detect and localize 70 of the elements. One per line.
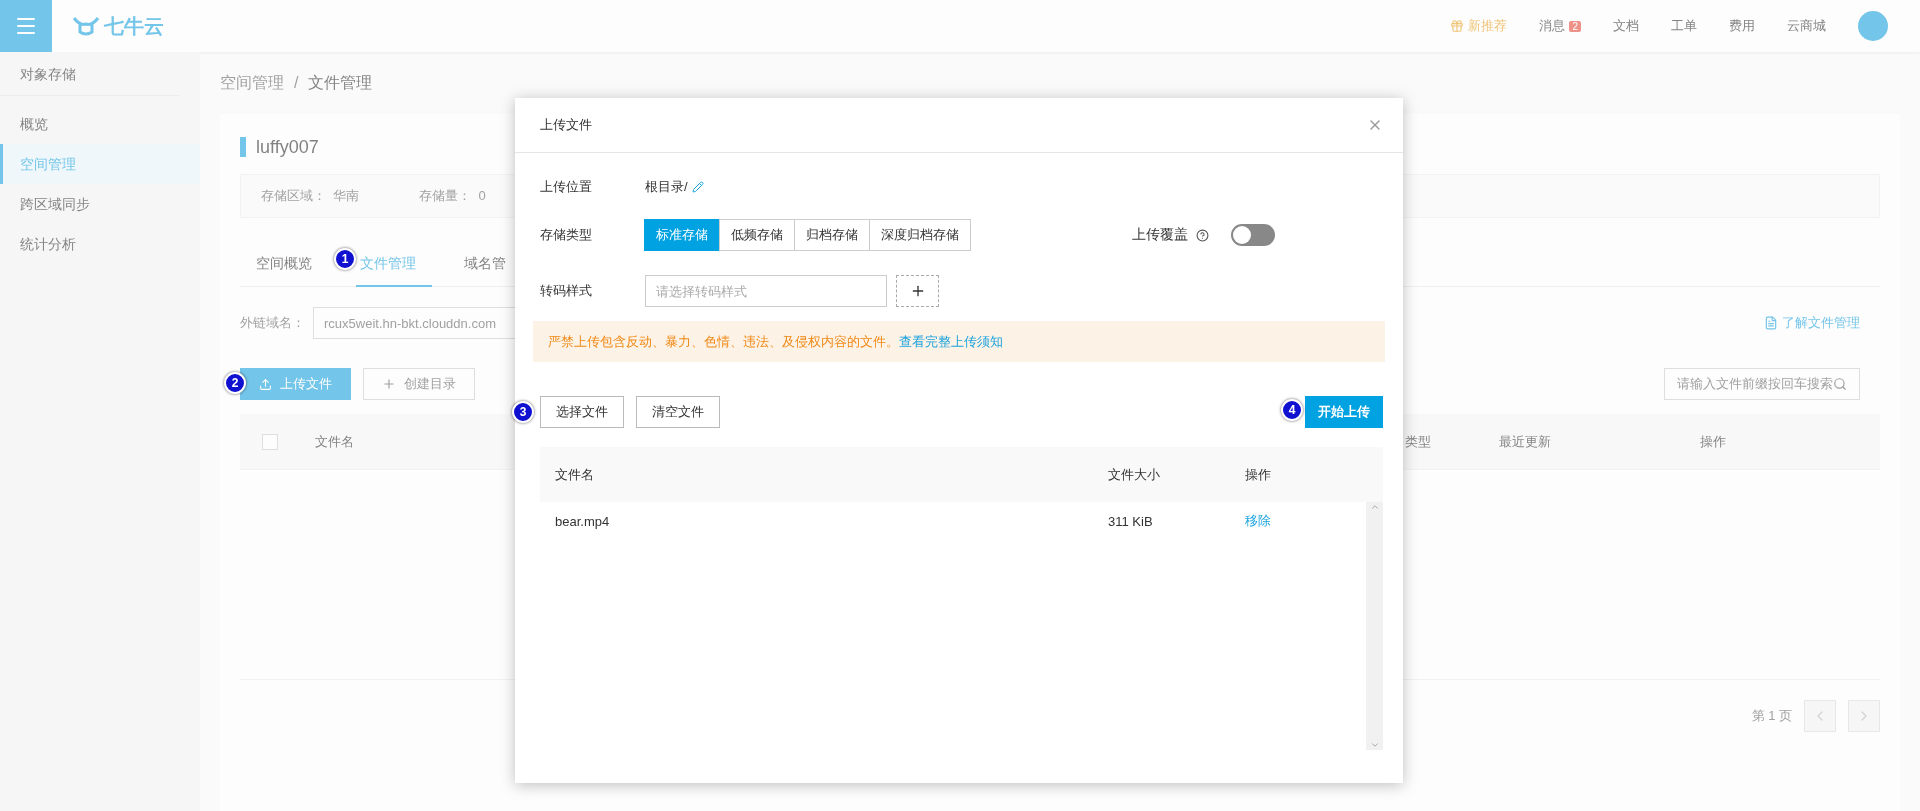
tab[interactable]: 域名管 bbox=[460, 247, 506, 287]
sidebar-item[interactable]: 概览 bbox=[0, 104, 200, 144]
column-header: 操作 bbox=[1245, 466, 1271, 482]
create-folder-button[interactable]: 创建目录 bbox=[363, 368, 475, 400]
tab[interactable]: 空间概览 bbox=[240, 247, 328, 287]
sidebar-title: 对象存储 bbox=[0, 52, 180, 96]
help-icon[interactable] bbox=[1196, 228, 1209, 242]
scroll-up-icon[interactable] bbox=[1369, 502, 1380, 512]
plus-icon bbox=[382, 377, 396, 391]
breadcrumb-item[interactable]: 空间管理 bbox=[220, 72, 284, 94]
upload-icon bbox=[259, 377, 272, 391]
logo[interactable]: 七牛云 bbox=[72, 12, 164, 40]
column-header: 最近更新 bbox=[1499, 433, 1551, 449]
gift-icon bbox=[1450, 19, 1465, 33]
column-header: 类型 bbox=[1405, 433, 1431, 449]
storage-option[interactable]: 深度归档存储 bbox=[869, 219, 971, 251]
storage-option[interactable]: 归档存储 bbox=[794, 219, 870, 251]
storage-option[interactable]: 低频存储 bbox=[719, 219, 795, 251]
toggle-switch[interactable] bbox=[1231, 224, 1275, 246]
breadcrumb-separator: / bbox=[294, 74, 299, 92]
nav-link[interactable]: 消息 2 bbox=[1539, 17, 1581, 35]
upload-button[interactable]: 上传文件 bbox=[240, 368, 351, 400]
sidebar-item[interactable]: 统计分析 bbox=[0, 224, 200, 264]
page-indicator: 第 1 页 bbox=[1751, 707, 1792, 725]
checkbox[interactable] bbox=[262, 433, 278, 450]
start-upload-button[interactable]: 开始上传 bbox=[1305, 396, 1383, 428]
edit-icon[interactable] bbox=[691, 181, 704, 193]
step-marker: 1 bbox=[334, 248, 356, 270]
previous-page-button[interactable] bbox=[1804, 700, 1836, 732]
nav-link[interactable]: 文档 bbox=[1613, 17, 1639, 35]
info-text: 存储区域： 华南 bbox=[261, 187, 360, 205]
remove-link[interactable]: 移除 bbox=[1245, 513, 1271, 528]
storage-option[interactable]: 标准存储 bbox=[644, 219, 720, 251]
nav-link[interactable]: 工单 bbox=[1671, 17, 1697, 35]
column-header: 文件名 bbox=[555, 466, 594, 482]
scroll-down-icon[interactable] bbox=[1369, 740, 1380, 750]
sidebar-item[interactable]: 跨区域同步 bbox=[0, 184, 200, 224]
nav-link[interactable]: 云商城 bbox=[1787, 17, 1826, 35]
scrollbar[interactable] bbox=[1366, 502, 1383, 750]
add-button[interactable] bbox=[896, 275, 939, 307]
field-label: 转码样式 bbox=[540, 282, 593, 300]
field-label: 存储类型 bbox=[540, 226, 593, 244]
field-label: 上传位置 bbox=[540, 178, 593, 196]
file-name: bear.mp4 bbox=[555, 513, 610, 529]
location-path: 根目录/ bbox=[645, 178, 688, 196]
upload-rules-link[interactable]: 查看完整上传须知 bbox=[899, 333, 1003, 349]
menu-button[interactable] bbox=[0, 0, 52, 52]
count-badge: 2 bbox=[1569, 20, 1581, 32]
select-files-button[interactable]: 选择文件 bbox=[540, 396, 624, 428]
column-header: 文件名 bbox=[315, 433, 354, 449]
info-text: 存储量： 0 bbox=[419, 187, 486, 205]
field-label: 外链域名： bbox=[240, 314, 305, 332]
tab[interactable]: 文件管理 bbox=[356, 247, 432, 287]
step-marker: 3 bbox=[512, 401, 534, 423]
search-icon bbox=[1833, 377, 1847, 391]
file-size: 311 KiB bbox=[1108, 513, 1153, 529]
column-header: 文件大小 bbox=[1108, 466, 1160, 482]
avatar[interactable] bbox=[1858, 11, 1888, 41]
dialog-title: 上传文件 bbox=[540, 116, 592, 134]
nav-link[interactable]: 费用 bbox=[1729, 17, 1755, 35]
column-header: 操作 bbox=[1700, 433, 1726, 449]
clear-files-button[interactable]: 清空文件 bbox=[636, 396, 720, 428]
field-label: 上传覆盖 bbox=[1132, 226, 1188, 244]
search-field[interactable]: 请输入文件前缀按回车搜索 bbox=[1664, 368, 1860, 400]
step-marker: 2 bbox=[224, 372, 246, 394]
document-icon bbox=[1764, 316, 1778, 330]
next-page-button[interactable] bbox=[1848, 700, 1880, 732]
transcode-select[interactable]: 请选择转码样式 bbox=[645, 275, 887, 307]
breadcrumb-item: 文件管理 bbox=[308, 72, 373, 93]
help-link[interactable]: 了解文件管理 bbox=[1764, 314, 1860, 332]
